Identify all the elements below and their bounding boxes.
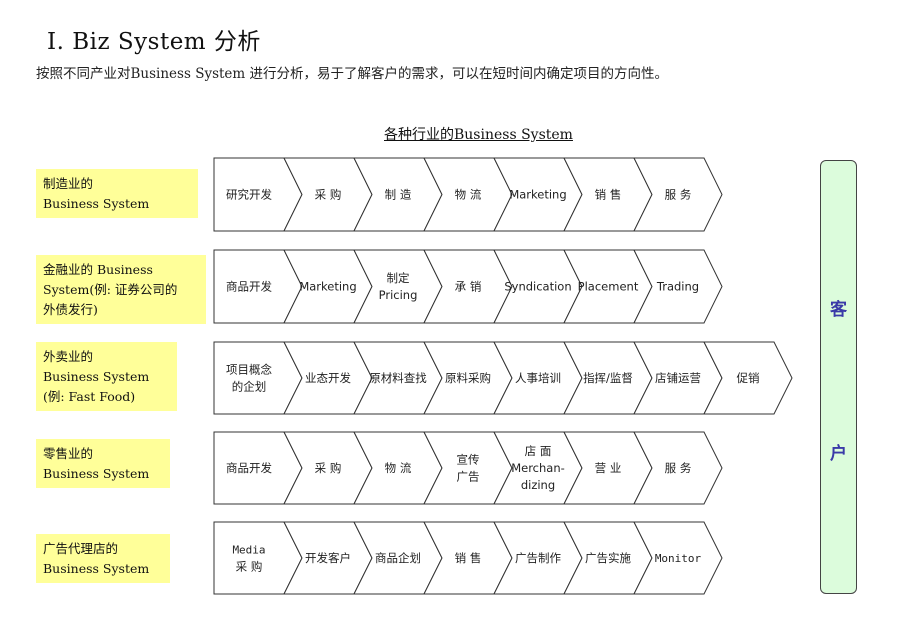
- value-chain-step-label: Pricing: [379, 288, 418, 302]
- value-chain-row: Media 采 购 开发客户 商品企划 销 售 广告制作 广告实施 Monitor: [213, 521, 723, 595]
- value-chain-step-label: Syndication: [504, 280, 571, 294]
- value-chain-step-label: 制定: [387, 271, 410, 285]
- value-chain-step-label: 宣传: [457, 453, 480, 467]
- value-chain-step-label: Media: [232, 544, 265, 557]
- value-chain-step-label: 原料采购: [445, 371, 491, 385]
- value-chain-row: 研究开发 采 购 制 造 物 流 Marketing 销 售 服 务: [213, 157, 723, 232]
- value-chain-step-label: Trading: [656, 280, 699, 294]
- value-chain-step-label: 物 流: [385, 461, 412, 475]
- value-chain-step-label: Monitor: [655, 552, 702, 565]
- value-chain-step-label: 开发客户: [305, 551, 351, 565]
- customer-box: 客 户: [820, 160, 857, 594]
- value-chain-step-label: 项目概念: [226, 363, 272, 377]
- value-chain-step-label: 业态开发: [305, 371, 351, 385]
- value-chain-step-label: Marketing: [509, 188, 566, 202]
- value-chain-step-label: 商品开发: [226, 461, 272, 475]
- value-chain-step-label: 研究开发: [226, 188, 272, 202]
- value-chain-step-label: 销 售: [595, 188, 622, 202]
- value-chain-step-label: 采 购: [315, 188, 342, 202]
- value-chain-step-label: 广告实施: [585, 551, 631, 565]
- value-chain-step-label: 商品开发: [226, 280, 272, 294]
- value-chain-step-label: 销 售: [455, 551, 482, 565]
- value-chain-step-label: dizing: [521, 478, 555, 492]
- customer-char: 户: [830, 444, 847, 464]
- value-chain-step-label: Marketing: [299, 280, 356, 294]
- value-chain-step: [213, 521, 303, 595]
- value-chain-step-label: Merchan-: [511, 461, 565, 475]
- value-chain-step-label: 指挥/监督: [583, 371, 633, 385]
- value-chain-step-label: 店铺运营: [655, 371, 701, 385]
- value-chain-step-label: 服 务: [665, 188, 692, 202]
- value-chain-step-label: 服 务: [665, 461, 692, 475]
- value-chain-step-label: 的企划: [232, 380, 267, 394]
- value-chain-step-label: 店 面: [525, 444, 552, 458]
- value-chain-step-label: 承 销: [455, 280, 482, 294]
- customer-char: 客: [830, 300, 847, 320]
- value-chain-step-label: 原材料查找: [369, 371, 427, 385]
- value-chain-row: 项目概念的企划 业态开发 原材料查找 原料采购 人事培训 指挥/监督 店铺运营 促销: [213, 341, 793, 415]
- value-chain-step-label: Placement: [578, 280, 639, 294]
- value-chain-step-label: 物 流: [455, 188, 482, 202]
- value-chain-row: 商品开发 采 购 物 流 宣传广告 店 面 Merchan-dizing 营 业 服 务: [213, 431, 723, 505]
- value-chain-step-label: 广告: [457, 470, 480, 484]
- value-chain-step-label: 制 造: [385, 188, 412, 202]
- value-chain-step-label: 商品企划: [375, 551, 421, 565]
- value-chain-step-label: 营 业: [595, 461, 622, 475]
- value-chain-diagram: 研究开发采 购制 造物 流 Marketing 销 售服 务商品开发 Marketin…: [213, 157, 793, 595]
- value-chain-row: 商品开发 Marketing 制定 Pricing 承 销 Syndication Plac…: [213, 249, 723, 324]
- value-chain-step-label: 采 购: [236, 560, 263, 574]
- value-chain-step: [213, 341, 303, 415]
- value-chain-step-label: 采 购: [315, 461, 342, 475]
- value-chain-step-label: 促销: [737, 371, 760, 385]
- value-chain-step-label: 人事培训: [515, 371, 561, 385]
- value-chain-step-label: 广告制作: [515, 551, 561, 565]
